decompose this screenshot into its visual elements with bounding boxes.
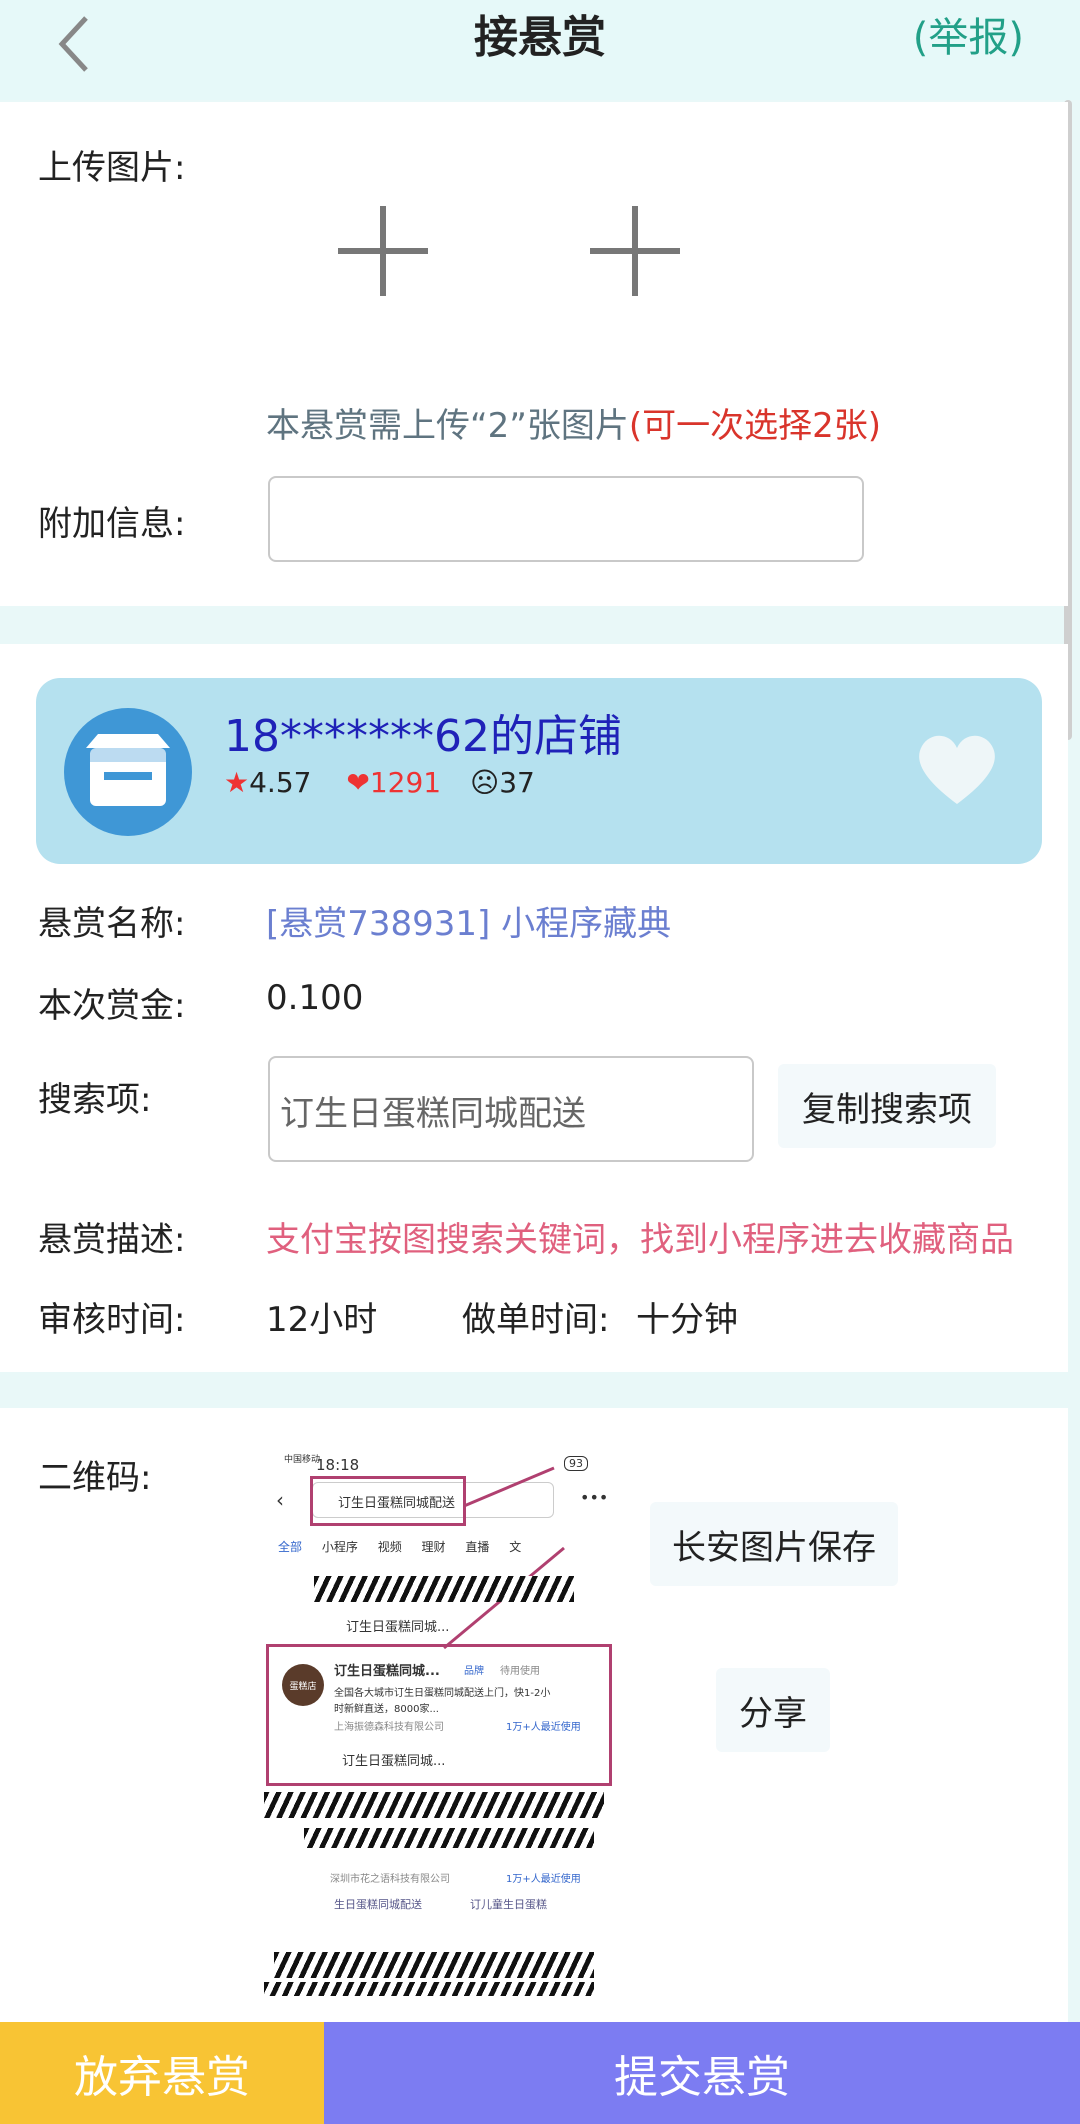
review-time-label: 审核时间: (38, 1300, 186, 1340)
review-time-value: 12小时 (266, 1300, 378, 1340)
task-name-value[interactable]: [悬赏738931] 小程序藏典 (266, 896, 671, 945)
mini-result-desc: 时新鲜直送，8000家... (334, 1704, 439, 1715)
redaction (274, 1952, 594, 1978)
work-time-value: 十分钟 (636, 1300, 738, 1340)
sad-face-icon: ☹ (470, 766, 500, 799)
redaction (304, 1828, 594, 1848)
mini-result-link: 订生日蛋糕同城... (342, 1754, 446, 1769)
upload-label: 上传图片: (38, 148, 186, 188)
search-label: 搜索项: (38, 1080, 152, 1120)
redaction (264, 1792, 604, 1818)
shop-avatar (64, 708, 192, 836)
mini-users-2: 1万+人最近使用 (506, 1874, 581, 1885)
store-icon (86, 734, 170, 806)
add-image-icon[interactable] (590, 206, 680, 296)
search-field-value: 订生日蛋糕同城配送 (280, 1094, 586, 1134)
mini-result-title: 订生日蛋糕同城... (334, 1664, 440, 1679)
upload-hint: 本悬赏需上传“2”张图片(可一次选择2张) (266, 398, 881, 447)
description-label: 悬赏描述: (38, 1220, 186, 1260)
shop-dislikes: 37 (499, 766, 535, 799)
add-image-icon[interactable] (338, 206, 428, 296)
mini-link-above: 订生日蛋糕同城... (346, 1620, 450, 1635)
mini-link-2a: 生日蛋糕同城配送 (334, 1898, 422, 1911)
reward-value: 0.100 (266, 978, 364, 1018)
search-field[interactable]: 订生日蛋糕同城配送 (268, 1056, 754, 1162)
description-value: 支付宝按图搜索关键词，找到小程序进去收藏商品 (266, 1220, 1014, 1260)
extra-info-input[interactable] (268, 476, 864, 562)
mini-result-sub: 待用使用 (500, 1666, 540, 1677)
mini-result-company: 上海振德森科技有限公司 (334, 1722, 444, 1733)
extra-info-label: 附加信息: (38, 504, 186, 544)
submit-button[interactable]: 提交悬赏 (324, 2022, 1080, 2124)
mini-result-desc: 全国各大城市订生日蛋糕同城配送上门，快1-2小 (334, 1688, 551, 1699)
share-button[interactable]: 分享 (716, 1668, 830, 1752)
abandon-button[interactable]: 放弃悬赏 (0, 2022, 324, 2124)
task-name-label: 悬赏名称: (38, 904, 186, 944)
redaction (264, 1982, 594, 1996)
upload-hint-red: (可一次选择2张) (628, 406, 882, 446)
heart-icon: ❤ (346, 766, 370, 799)
report-link[interactable]: (举报) (913, 8, 1024, 68)
work-time-label: 做单时间: (462, 1300, 610, 1340)
mini-result-tag: 品牌 (464, 1666, 484, 1677)
mini-company-2: 深圳市花之语科技有限公司 (330, 1874, 450, 1885)
star-icon: ★ (224, 766, 250, 799)
copy-search-button[interactable]: 复制搜索项 (778, 1064, 996, 1148)
shop-stats: ★4.57 ❤1291 ☹37 (224, 766, 535, 799)
shop-name: 18*******62的店铺 (224, 711, 622, 762)
save-image-button[interactable]: 长安图片保存 (650, 1502, 898, 1586)
reward-label: 本次赏金: (38, 986, 186, 1026)
upload-hint-main: 本悬赏需上传“2”张图片 (266, 406, 629, 446)
header-bar: 接悬赏 (举报) (0, 0, 1080, 100)
favorite-heart-icon[interactable] (912, 728, 1002, 808)
mini-link-2b: 订儿童生日蛋糕 (470, 1898, 547, 1911)
redaction (314, 1576, 574, 1602)
shop-banner[interactable]: 18*******62的店铺 ★4.57 ❤1291 ☹37 (36, 678, 1042, 864)
qr-label: 二维码: (38, 1458, 152, 1498)
mini-shop-logo: 蛋糕店 (282, 1664, 324, 1706)
shop-rating: 4.57 (249, 766, 312, 799)
shop-likes: 1291 (369, 766, 442, 799)
mini-shop-badge: 蛋糕店 (289, 1681, 317, 1692)
qr-screenshot-image[interactable]: 中国移动 18:18 93 ‹ 订生日蛋糕同城配送 ••• 全部 小程序 视频 … (264, 1448, 616, 2018)
upload-card: 上传图片: 本悬赏需上传“2”张图片(可一次选择2张) 附加信息: (0, 102, 1068, 606)
mini-result-users: 1万+人最近使用 (506, 1722, 581, 1733)
